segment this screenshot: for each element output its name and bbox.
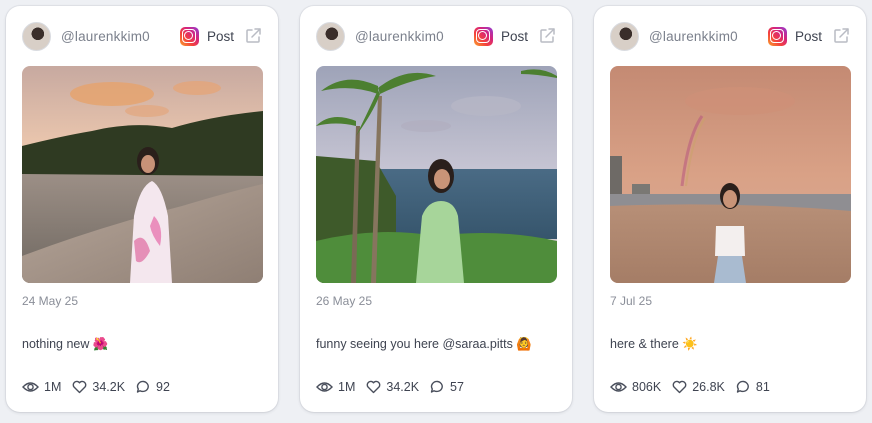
comments-count: 81: [755, 380, 770, 394]
post-date: 7 Jul 25: [610, 294, 653, 308]
post-link[interactable]: Post: [795, 29, 822, 44]
eye-icon: [316, 382, 333, 392]
comment-icon: [430, 380, 443, 393]
avatar[interactable]: [22, 21, 51, 51]
views-count: 1M: [44, 380, 62, 394]
views-count: 1M: [338, 380, 356, 394]
external-link-icon[interactable]: [244, 27, 262, 45]
username[interactable]: @laurenkkim0: [649, 29, 738, 44]
post-date: 26 May 25: [316, 294, 373, 308]
post-card-header: @laurenkkim0 Post: [22, 21, 262, 51]
post-stats: 1M 34.2K 92: [22, 380, 181, 394]
post-stats: 806K 26.8K 81: [610, 380, 781, 394]
views-count: 806K: [632, 380, 662, 394]
avatar[interactable]: [610, 21, 639, 51]
comments-stat: 81: [736, 380, 770, 394]
comments-count: 57: [450, 380, 464, 394]
eye-icon: [610, 382, 627, 392]
comments-count: 92: [156, 380, 170, 394]
external-link-icon[interactable]: [538, 27, 556, 45]
post-date: 24 May 25: [22, 294, 79, 308]
post-card-header: @laurenkkim0 Post: [316, 21, 556, 51]
post-stats: 1M 34.2K 57: [316, 380, 475, 394]
comment-icon: [736, 380, 749, 393]
instagram-icon: [767, 26, 787, 46]
comments-stat: 92: [136, 380, 170, 394]
heart-icon: [672, 380, 687, 394]
post-image[interactable]: [610, 66, 851, 283]
external-link-icon[interactable]: [832, 27, 850, 45]
post-link[interactable]: Post: [207, 29, 234, 44]
post-image[interactable]: [22, 66, 263, 283]
post-caption: here & there ☀️: [610, 337, 698, 351]
post-card: @laurenkkim0 Post: [300, 6, 572, 412]
views-stat: 1M: [22, 380, 61, 394]
post-image[interactable]: [316, 66, 557, 283]
views-stat: 806K: [610, 380, 661, 394]
likes-count: 34.2K: [92, 380, 126, 394]
post-caption: funny seeing you here @saraa.pitts 🙆: [316, 337, 532, 351]
post-link[interactable]: Post: [501, 29, 528, 44]
likes-stat: 26.8K: [672, 380, 725, 394]
comment-icon: [136, 380, 149, 393]
username[interactable]: @laurenkkim0: [355, 29, 444, 44]
post-card: @laurenkkim0 Post: [6, 6, 278, 412]
instagram-icon: [179, 26, 199, 46]
likes-stat: 34.2K: [72, 380, 125, 394]
instagram-icon: [473, 26, 493, 46]
likes-count: 34.2K: [386, 380, 420, 394]
avatar[interactable]: [316, 21, 345, 51]
post-caption: nothing new 🌺: [22, 337, 109, 351]
post-card-header: @laurenkkim0 Post: [610, 21, 850, 51]
likes-stat: 34.2K: [366, 380, 419, 394]
likes-count: 26.8K: [692, 380, 725, 394]
eye-icon: [22, 382, 39, 392]
username[interactable]: @laurenkkim0: [61, 29, 150, 44]
comments-stat: 57: [430, 380, 464, 394]
post-card: @laurenkkim0 Post: [594, 6, 866, 412]
heart-icon: [72, 380, 87, 394]
views-stat: 1M: [316, 380, 355, 394]
heart-icon: [366, 380, 381, 394]
